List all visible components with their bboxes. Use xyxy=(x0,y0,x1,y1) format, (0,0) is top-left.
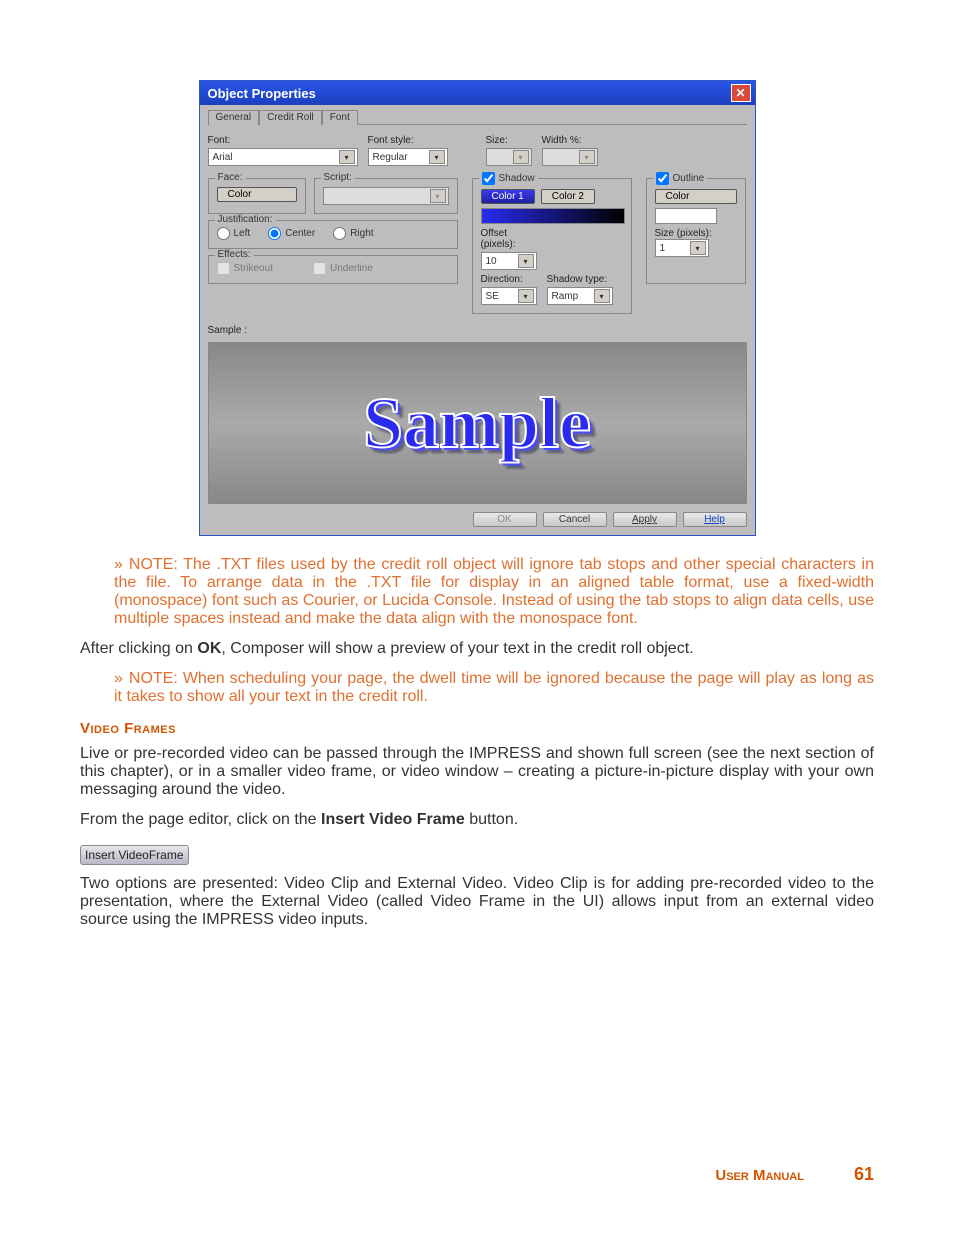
font-label: Font: xyxy=(208,135,358,146)
object-properties-dialog: Object Properties ✕ General Credit Roll … xyxy=(199,80,756,536)
dialog-titlebar: Object Properties ✕ xyxy=(200,81,755,105)
chevron-down-icon[interactable]: ▾ xyxy=(429,150,445,164)
section-heading-video-frames: Video Frames xyxy=(80,720,874,737)
chevron-down-icon[interactable]: ▾ xyxy=(518,254,534,268)
script-legend: Script: xyxy=(321,172,355,183)
outline-color-preview xyxy=(655,208,717,224)
sample-text: Sample xyxy=(363,382,591,465)
shadow-legend: Shadow xyxy=(479,172,538,185)
shadowtype-label: Shadow type: xyxy=(547,274,613,285)
cancel-button[interactable]: Cancel xyxy=(543,512,607,527)
fontstyle-select[interactable]: Regular ▾ xyxy=(368,148,448,166)
chevron-down-icon[interactable]: ▾ xyxy=(339,150,355,164)
face-legend: Face: xyxy=(215,172,246,183)
width-label: Width %: xyxy=(542,135,598,146)
offset-select[interactable]: 10 ▾ xyxy=(481,252,537,270)
tab-credit-roll[interactable]: Credit Roll xyxy=(259,110,322,125)
insert-videoframe-button[interactable]: Insert VideoFrame xyxy=(80,845,189,865)
outline-color-button[interactable]: Color xyxy=(655,189,737,204)
face-color-button[interactable]: Color xyxy=(217,187,297,202)
tab-font[interactable]: Font xyxy=(322,110,358,125)
ok-button[interactable]: OK xyxy=(473,512,537,527)
shadow-color1-button[interactable]: Color 1 xyxy=(481,189,535,204)
shadow-gradient-preview xyxy=(481,208,625,224)
justify-left-radio[interactable]: Left xyxy=(217,227,251,240)
help-button[interactable]: Help xyxy=(683,512,747,527)
justify-right-radio[interactable]: Right xyxy=(333,227,373,240)
offset-label: Offset (pixels): xyxy=(481,228,537,250)
page-number: 61 xyxy=(854,1164,874,1185)
sample-label: Sample : xyxy=(208,325,247,336)
size-select: ▾ xyxy=(486,148,532,166)
effects-legend: Effects: xyxy=(215,249,254,260)
tabs: General Credit Roll Font xyxy=(208,109,747,125)
paragraph-after-ok: After clicking on OK, Composer will show… xyxy=(80,640,874,658)
note-2: »NOTE: When scheduling your page, the dw… xyxy=(114,670,874,706)
shadowtype-select[interactable]: Ramp ▾ xyxy=(547,287,613,305)
page-footer: User Manual 61 xyxy=(715,1164,874,1185)
tab-general[interactable]: General xyxy=(208,110,260,125)
script-select: ▾ xyxy=(323,187,449,205)
outline-size-label: Size (pixels): xyxy=(655,228,737,239)
fontstyle-label: Font style: xyxy=(368,135,448,146)
chevron-down-icon: ▾ xyxy=(579,150,595,164)
paragraph-video-2: From the page editor, click on the Inser… xyxy=(80,811,874,829)
shadow-checkbox[interactable] xyxy=(482,172,495,185)
outline-size-select[interactable]: 1 ▾ xyxy=(655,239,709,257)
note-1: »NOTE: The .TXT files used by the credit… xyxy=(114,556,874,628)
footer-label: User Manual xyxy=(715,1167,804,1184)
apply-button[interactable]: Apply xyxy=(613,512,677,527)
shadow-color2-button[interactable]: Color 2 xyxy=(541,189,595,204)
chevron-down-icon: ▾ xyxy=(430,189,446,203)
chevron-down-icon[interactable]: ▾ xyxy=(690,241,706,255)
direction-select[interactable]: SE ▾ xyxy=(481,287,537,305)
width-select: ▾ xyxy=(542,148,598,166)
close-icon[interactable]: ✕ xyxy=(731,84,751,102)
justify-center-radio[interactable]: Center xyxy=(268,227,315,240)
outline-legend: Outline xyxy=(653,172,708,185)
dialog-title: Object Properties xyxy=(208,86,316,101)
justification-legend: Justification: xyxy=(215,214,276,225)
underline-checkbox: Underline xyxy=(313,262,373,275)
outline-checkbox[interactable] xyxy=(656,172,669,185)
chevron-down-icon[interactable]: ▾ xyxy=(594,289,610,303)
sample-preview: Sample xyxy=(208,342,747,504)
note-marker-icon: » xyxy=(114,670,123,687)
size-label: Size: xyxy=(486,135,532,146)
strikeout-checkbox: Strikeout xyxy=(217,262,273,275)
chevron-down-icon: ▾ xyxy=(513,150,529,164)
font-select[interactable]: Arial ▾ xyxy=(208,148,358,166)
paragraph-video-3: Two options are presented: Video Clip an… xyxy=(80,875,874,929)
note-marker-icon: » xyxy=(114,556,123,573)
paragraph-video-1: Live or pre-recorded video can be passed… xyxy=(80,745,874,799)
direction-label: Direction: xyxy=(481,274,537,285)
chevron-down-icon[interactable]: ▾ xyxy=(518,289,534,303)
